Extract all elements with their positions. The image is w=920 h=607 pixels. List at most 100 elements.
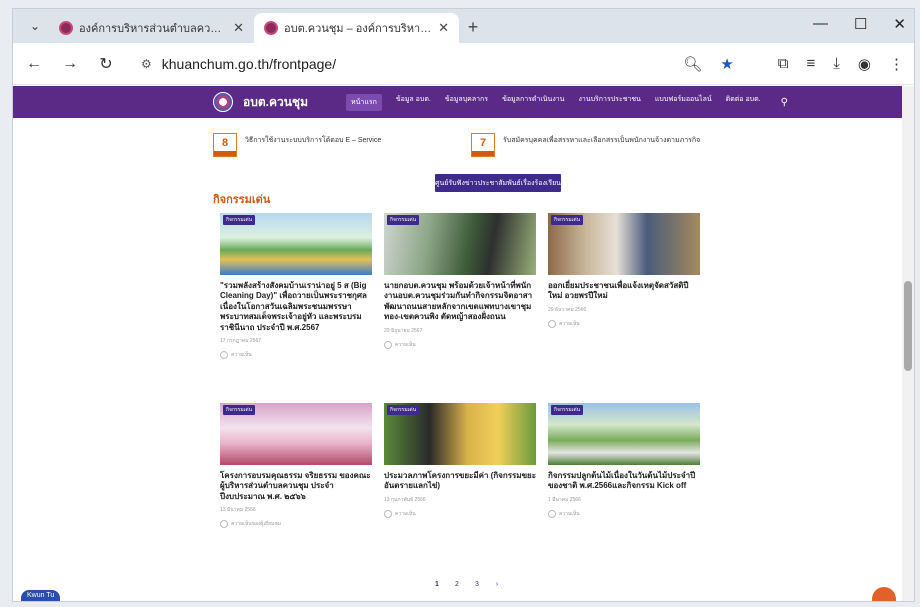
page-link-3[interactable]: 3 xyxy=(472,581,482,588)
comment-count: ความเห็น xyxy=(384,509,536,518)
activity-title[interactable]: โครงการอบรมคุณธรรม จริยธรรม ของคณะผู้บริ… xyxy=(220,471,372,502)
activity-title[interactable]: นายกอบต.ควนชุม พร้อมด้วยเจ้าหน้าที่พนักง… xyxy=(384,281,536,323)
comment-count: ความเห็น xyxy=(548,319,700,328)
reload-icon[interactable]: ↻ xyxy=(95,54,117,74)
category-badge: กิจกรรมเด่น xyxy=(551,215,584,225)
menu-item-forms[interactable]: แบบฟอร์มออนไลน์ xyxy=(655,94,712,111)
menu-item-home[interactable]: หน้าแรก xyxy=(345,93,382,111)
activity-photo[interactable]: กิจกรรมเด่น xyxy=(384,213,536,275)
activity-title[interactable]: กิจกรรมปลูกต้นไม้เนื่องในวันต้นไม้ประจำป… xyxy=(548,471,700,492)
download-icon[interactable]: ⤓ xyxy=(833,55,840,73)
comment-icon xyxy=(384,509,392,518)
complaint-center-button[interactable]: ศูนย์รับฟังข่าวประชาสัมพันธ์เรื่องร้องเร… xyxy=(435,174,561,192)
activity-title[interactable]: ประมวลภาพโครงการขยะมีค่า (กิจกรรมขยะอันต… xyxy=(384,471,536,492)
back-icon[interactable]: ← xyxy=(23,55,45,73)
activity-date: 17 กรกฎาคม 2567 xyxy=(220,337,262,344)
activity-card[interactable]: กิจกรรมเด่น โครงการอบรมคุณธรรม จริยธรรม … xyxy=(220,403,372,573)
url-text: khuanchum.go.th/frontpage/ xyxy=(161,55,337,72)
page-link-1[interactable]: 1 xyxy=(432,581,442,588)
activity-date: 13 กุมภาพันธ์ 2566 xyxy=(384,496,426,503)
activity-photo[interactable]: กิจกรรมเด่น xyxy=(384,403,536,465)
bookmark-star-icon[interactable]: ★ xyxy=(720,55,733,73)
comment-label: ความเห็น xyxy=(559,510,580,517)
menu-item-about[interactable]: ข้อมูล อบต. xyxy=(396,94,431,111)
profile-icon[interactable]: ◉ xyxy=(858,55,871,73)
comment-label: ความเห็นของผู้เยี่ยมชม xyxy=(231,521,282,528)
activity-date: 29 ธันวาคม 2566 xyxy=(548,306,587,313)
menu-kebab-icon[interactable]: ⋮ xyxy=(889,55,904,73)
site-info-icon[interactable]: ⚙ xyxy=(141,57,152,71)
reading-list-icon[interactable]: ≡ xyxy=(807,55,816,73)
menu-item-contact[interactable]: ติดต่อ อบต. xyxy=(726,94,761,111)
comment-count: ความเห็นของผู้เยี่ยมชม xyxy=(220,520,372,529)
browser-window: ⌄ องค์การบริหารส่วนตำบลควนชุม – อ ✕ อบต.… xyxy=(12,8,915,602)
site-menu: หน้าแรก ข้อมูล อบต. ข้อมูลบุคลากร ข้อมูล… xyxy=(345,93,761,111)
tab-title: องค์การบริหารส่วนตำบลควนชุม – อ xyxy=(79,23,228,35)
browser-toolbar: ← → ↻ ⚙ khuanchum.go.th/frontpage/ 🔍︎ ★ … xyxy=(13,43,914,85)
comment-icon xyxy=(220,520,228,529)
activity-card[interactable]: กิจกรรมเด่น ประมวลภาพโครงการขยะมีค่า (กิ… xyxy=(384,403,536,573)
activity-card[interactable]: กิจกรรมเด่น "รวมพลังสร้างสังคมบ้านเราน่า… xyxy=(220,213,372,383)
tab-title: อบต.ควนชุม – องค์การบริหารส่วนต xyxy=(284,23,432,35)
activity-photo[interactable]: กิจกรรมเด่น xyxy=(548,403,700,465)
site-favicon-icon xyxy=(264,21,278,35)
next-page-link[interactable]: › xyxy=(492,581,502,588)
category-badge: กิจกรรมเด่น xyxy=(551,405,584,415)
scrollbar-thumb[interactable] xyxy=(904,281,912,371)
menu-item-operations[interactable]: ข้อมูลการดำเนินงาน xyxy=(502,94,564,111)
category-badge: กิจกรรมเด่น xyxy=(223,215,256,225)
category-badge: กิจกรรมเด่น xyxy=(223,405,256,415)
service-count-badge: 8 xyxy=(213,133,237,157)
comment-label: ความเห็น xyxy=(559,320,580,327)
service-label[interactable]: รับสมัครบุคคลเพื่อสรรหาและเลือกสรรเป็นพน… xyxy=(503,133,700,145)
activity-card[interactable]: กิจกรรมเด่น ออกเยี่ยมประชาชนเพื่อแจ้งเหต… xyxy=(548,213,700,383)
close-window-icon[interactable]: ✕ xyxy=(893,15,906,33)
activity-title[interactable]: "รวมพลังสร้างสังคมบ้านเราน่าอยู่ 5 ส (Bi… xyxy=(220,281,372,333)
tab-inactive[interactable]: องค์การบริหารส่วนตำบลควนชุม – อ ✕ xyxy=(49,13,254,43)
activity-card[interactable]: กิจกรรมเด่น นายกอบต.ควนชุม พร้อมด้วยเจ้า… xyxy=(384,213,536,383)
category-badge: กิจกรรมเด่น xyxy=(387,405,420,415)
floating-action-button[interactable] xyxy=(872,587,896,601)
forward-icon[interactable]: → xyxy=(59,55,81,73)
activity-title[interactable]: ออกเยี่ยมประชาชนเพื่อแจ้งเหตุจัดสวัสดิปี… xyxy=(548,281,700,302)
comment-count: ความเห็น xyxy=(220,350,372,359)
tab-active[interactable]: อบต.ควนชุม – องค์การบริหารส่วนต ✕ xyxy=(254,13,459,43)
menu-item-services[interactable]: งานบริการประชาชน xyxy=(578,94,640,111)
site-search-icon[interactable]: ⚲ xyxy=(781,97,788,108)
close-tab-icon[interactable]: ✕ xyxy=(233,20,244,36)
comment-label: ความเห็น xyxy=(231,351,252,358)
category-badge: กิจกรรมเด่น xyxy=(387,215,420,225)
tab-bar: ⌄ องค์การบริหารส่วนตำบลควนชุม – อ ✕ อบต.… xyxy=(13,9,914,43)
comment-icon xyxy=(220,350,228,359)
menu-item-personnel[interactable]: ข้อมูลบุคลากร xyxy=(445,94,488,111)
site-logo-icon[interactable] xyxy=(213,92,233,112)
activity-photo[interactable]: กิจกรรมเด่น xyxy=(220,403,372,465)
section-title: กิจกรรมเด่น xyxy=(213,194,271,206)
comment-label: ความเห็น xyxy=(395,341,416,348)
service-links: 8 วิธีการใช้งานระบบบริการโต้ตอบ E – Serv… xyxy=(213,133,721,157)
activity-photo[interactable]: กิจกรรมเด่น xyxy=(548,213,700,275)
extensions-icon[interactable]: ⧉ xyxy=(778,55,789,73)
page-link-2[interactable]: 2 xyxy=(452,581,462,588)
minimize-icon[interactable]: — xyxy=(813,15,828,33)
activity-date: 1 มีนาคม 2566 xyxy=(548,496,581,503)
comment-label: ความเห็น xyxy=(395,510,416,517)
window-controls: — ☐ ✕ xyxy=(813,15,906,33)
activity-date: 29 มิถุนายน 2567 xyxy=(384,327,423,334)
tab-search-icon[interactable]: ⌄ xyxy=(21,12,49,40)
activity-card[interactable]: กิจกรรมเด่น กิจกรรมปลูกต้นไม้เนื่องในวัน… xyxy=(548,403,700,573)
zoom-icon[interactable]: 🔍︎ xyxy=(683,55,702,73)
maximize-icon[interactable]: ☐ xyxy=(854,15,867,33)
address-bar[interactable]: ⚙ khuanchum.go.th/frontpage/ 🔍︎ ★ xyxy=(131,49,744,79)
site-navbar: อบต.ควนชุม หน้าแรก ข้อมูล อบต. ข้อมูลบุค… xyxy=(13,86,914,118)
service-item[interactable]: 8 วิธีการใช้งานระบบบริการโต้ตอบ E – Serv… xyxy=(213,133,443,157)
service-item[interactable]: 7 รับสมัครบุคคลเพื่อสรรหาและเลือกสรรเป็น… xyxy=(471,133,721,157)
site-brand[interactable]: อบต.ควนชุม xyxy=(243,93,308,112)
close-tab-icon[interactable]: ✕ xyxy=(438,20,449,36)
service-label[interactable]: วิธีการใช้งานระบบบริการโต้ตอบ E – Servic… xyxy=(245,133,381,145)
activity-photo[interactable]: กิจกรรมเด่น xyxy=(220,213,372,275)
new-tab-button[interactable]: + xyxy=(459,13,487,41)
page-scrollbar[interactable] xyxy=(902,86,914,601)
chat-pill[interactable]: Kwun Tu xyxy=(21,590,61,601)
comment-icon xyxy=(548,319,556,328)
